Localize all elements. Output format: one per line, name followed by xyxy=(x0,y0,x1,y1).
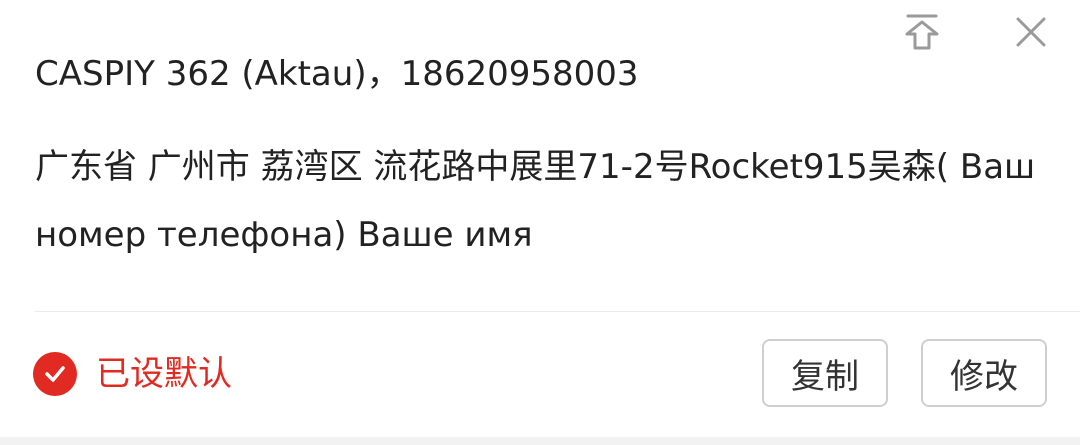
check-circle-icon xyxy=(33,352,77,396)
copy-button[interactable]: 复制 xyxy=(762,339,888,407)
divider xyxy=(35,311,1080,312)
default-address-label: 已设默认 xyxy=(96,354,232,394)
edit-button[interactable]: 修改 xyxy=(921,339,1047,407)
address-card: CASPIY 362 (Aktau)，18620958003 广东省 广州市 荔… xyxy=(0,0,1080,437)
pin-to-top-icon[interactable] xyxy=(898,8,946,56)
address-line: 广东省 广州市 荔湾区 流花路中展里71-2号Rocket915吴森( Ваш … xyxy=(35,147,1036,255)
bottom-separator xyxy=(0,437,1080,445)
close-icon[interactable] xyxy=(1007,8,1055,56)
recipient-line: CASPIY 362 (Aktau)，18620958003 xyxy=(35,54,639,94)
